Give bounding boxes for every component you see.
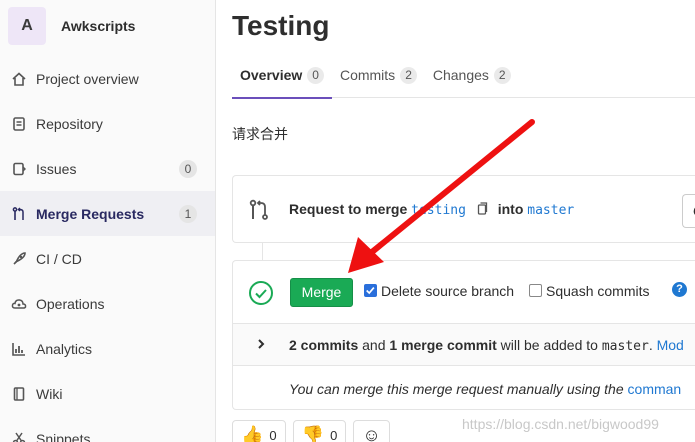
sidebar-item-label: Wiki [36, 385, 63, 402]
merge-button[interactable]: Merge [290, 278, 353, 307]
mr-description: 请求合并 [232, 126, 288, 142]
into-text: into [497, 201, 524, 217]
checkmark-icon [366, 286, 375, 295]
add-reaction-button[interactable]: ☺ [353, 420, 390, 442]
sidebar-item-ci-cd[interactable]: CI / CD [0, 236, 215, 281]
delete-source-branch-checkbox[interactable] [364, 284, 377, 297]
request-prefix: Request to merge [289, 201, 408, 217]
smiley-icon: ☺ [362, 424, 381, 442]
sidebar-item-repository[interactable]: Repository [0, 101, 215, 146]
sidebar-item-label: Snippets [36, 430, 91, 442]
delete-source-branch-label: Delete source branch [381, 283, 515, 299]
sidebar-item-label: Merge Requests [36, 205, 145, 222]
sidebar-item-analytics[interactable]: Analytics [0, 326, 215, 371]
doc-icon [10, 115, 28, 133]
merge-actions-row: Merge Delete source branch Squash commit… [233, 261, 695, 324]
chevron-right-icon[interactable] [255, 338, 267, 350]
tab-label: Overview [240, 67, 303, 83]
project-header[interactable]: A Awkscripts [0, 0, 215, 52]
tab-count-badge: 0 [307, 66, 324, 84]
issues-count-badge: 0 [179, 159, 197, 178]
sidebar-item-label: Issues [36, 160, 77, 177]
sidebar-item-label: Project overview [36, 70, 139, 87]
sidebar-item-label: Repository [36, 115, 103, 132]
page-title: Testing [232, 10, 330, 41]
issues-icon [10, 160, 28, 178]
mr-source-card: Request to merge testing into master Op [232, 175, 695, 243]
squash-commits-label: Squash commits [546, 283, 650, 299]
open-in-button[interactable]: Op [682, 194, 695, 228]
project-name[interactable]: Awkscripts [61, 18, 135, 34]
commits-summary-row[interactable]: 2 commits and 1 merge commit will be add… [233, 324, 695, 366]
tab-overview[interactable]: Overview 0 [232, 52, 332, 99]
sidebar-nav: Project overview Repository Issues 0 Mer… [0, 56, 215, 442]
award-emoji-bar: 👍 0 👎 0 ☺ [232, 420, 390, 442]
thumbs-down-button[interactable]: 👎 0 [292, 420, 347, 442]
request-to-merge-text: Request to merge testing into master [289, 201, 574, 218]
thumbs-down-count: 0 [330, 427, 338, 442]
copy-icon[interactable] [475, 202, 489, 216]
thumbs-up-icon: 👍 [241, 424, 264, 442]
commits-count: 2 commits [289, 337, 359, 353]
will-be-added-text: will be added to [500, 337, 598, 353]
thumbs-up-count: 0 [269, 427, 277, 442]
mr-tabs: Overview 0 Commits 2 Changes 2 [232, 52, 695, 99]
sidebar-item-project-overview[interactable]: Project overview [0, 56, 215, 101]
snippet-icon [10, 430, 28, 442]
check-circle-icon [249, 281, 273, 305]
chart-icon [10, 340, 28, 358]
sidebar-item-operations[interactable]: Operations [0, 281, 215, 326]
main-content: Testing Overview 0 Commits 2 Changes 2 请… [216, 0, 695, 442]
merge-request-icon [249, 199, 268, 220]
period: . [648, 337, 653, 353]
thumbs-up-button[interactable]: 👍 0 [232, 420, 286, 442]
timeline-connector [262, 243, 263, 261]
merge-requests-count-badge: 1 [179, 204, 197, 223]
sidebar: A Awkscripts Project overview Repository… [0, 0, 216, 442]
book-icon [10, 385, 28, 403]
source-branch-link[interactable]: testing [411, 203, 466, 218]
manual-merge-description: You can merge this merge request manuall… [289, 381, 624, 397]
sidebar-item-issues[interactable]: Issues 0 [0, 146, 215, 191]
home-icon [10, 70, 28, 88]
target-branch-link[interactable]: master [527, 203, 574, 218]
tab-label: Commits [339, 67, 396, 83]
thumbs-down-icon: 👎 [301, 424, 325, 442]
merge-widget: Merge Delete source branch Squash commit… [232, 260, 695, 410]
manual-merge-text: You can merge this merge request manuall… [289, 381, 681, 397]
tab-count-badge: 2 [493, 66, 511, 84]
tab-changes[interactable]: Changes 2 [425, 52, 519, 98]
and-text: and [362, 337, 386, 353]
manual-merge-row: You can merge this merge request manuall… [233, 366, 695, 410]
rocket-icon [10, 250, 28, 268]
command-line-link[interactable]: comman [628, 381, 682, 397]
modify-commit-message-link[interactable]: Mod [657, 337, 684, 353]
tab-commits[interactable]: Commits 2 [332, 52, 425, 98]
merge-request-icon [10, 205, 28, 223]
help-icon[interactable]: ? [672, 282, 687, 297]
sidebar-item-label: Analytics [36, 340, 93, 357]
sidebar-item-label: Operations [36, 295, 105, 312]
tab-label: Changes [432, 67, 489, 83]
watermark: https://blog.csdn.net/bigwood99 [462, 416, 659, 432]
merge-commit-count: 1 merge commit [389, 337, 497, 353]
target-branch-name: master [601, 339, 649, 354]
squash-commits-checkbox[interactable] [529, 284, 542, 297]
tab-count-badge: 2 [400, 66, 417, 84]
sidebar-item-label: CI / CD [36, 250, 82, 267]
cloud-gear-icon [10, 295, 28, 313]
commits-summary-text: 2 commits and 1 merge commit will be add… [289, 337, 684, 354]
sidebar-item-snippets[interactable]: Snippets [0, 416, 215, 442]
sidebar-item-merge-requests[interactable]: Merge Requests 1 [0, 191, 215, 236]
sidebar-item-wiki[interactable]: Wiki [0, 371, 215, 416]
project-avatar[interactable]: A [8, 7, 46, 45]
